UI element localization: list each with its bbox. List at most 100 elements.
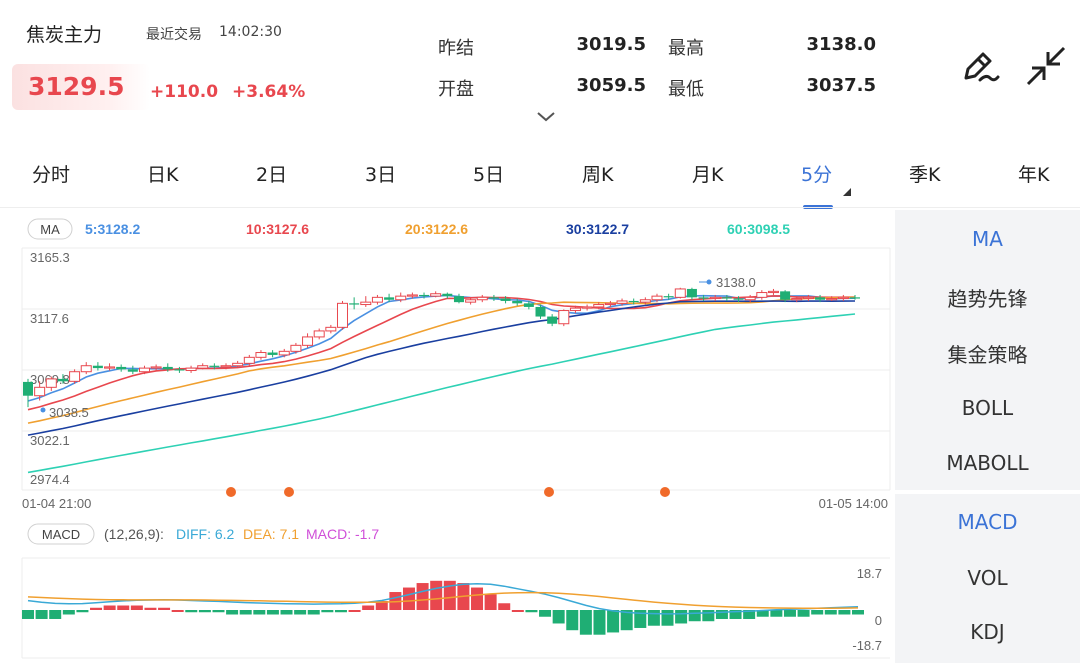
candle-body[interactable] — [220, 365, 232, 368]
macd-bar — [471, 587, 484, 610]
candle-body[interactable] — [826, 298, 838, 301]
indicator-trend[interactable]: 趋势先锋 — [895, 283, 1080, 312]
price-tick-4: 3022.1 — [30, 433, 70, 448]
indicator-macd[interactable]: MACD — [895, 510, 1080, 534]
candle-body[interactable] — [162, 366, 173, 370]
candle-body[interactable] — [512, 300, 523, 304]
candle-body[interactable] — [34, 386, 46, 397]
indicator-kdj[interactable]: KDJ — [895, 620, 1080, 644]
candle-body[interactable] — [569, 307, 581, 312]
candle-body[interactable] — [453, 296, 464, 303]
candle-body[interactable] — [419, 294, 430, 297]
candle-body[interactable] — [150, 366, 162, 369]
candle-body[interactable] — [313, 330, 325, 338]
candle-body[interactable] — [430, 293, 442, 297]
candle-body[interactable] — [815, 297, 826, 300]
signal-dot[interactable] — [284, 487, 294, 497]
macd-bar — [22, 610, 34, 619]
candle-body[interactable] — [442, 293, 453, 297]
candle-body[interactable] — [243, 356, 255, 364]
candle-body[interactable] — [721, 297, 732, 299]
candle-body[interactable] — [138, 367, 150, 373]
candle-body[interactable] — [581, 306, 593, 309]
ma60-legend: 60:3098.5 — [727, 221, 790, 237]
candle-body[interactable] — [80, 365, 92, 373]
candle-body[interactable] — [255, 352, 267, 358]
candle-body[interactable] — [209, 365, 220, 367]
macd-bar — [484, 594, 497, 610]
candle-body[interactable] — [384, 297, 395, 300]
candle-body[interactable] — [302, 336, 314, 346]
ma5-line — [27, 294, 856, 402]
signal-dot[interactable] — [544, 487, 554, 497]
candle-body[interactable] — [406, 294, 418, 297]
candle-body[interactable] — [709, 296, 721, 300]
candle-body[interactable] — [604, 302, 616, 306]
macd-bar — [852, 610, 864, 615]
candle-body[interactable] — [371, 296, 383, 303]
candle-body[interactable] — [232, 362, 244, 367]
candle-body[interactable] — [278, 350, 290, 356]
signal-dot[interactable] — [660, 487, 670, 497]
kline-chart[interactable]: MA 5:3128.2 10:3127.6 20:3122.6 30:3122.… — [0, 0, 893, 663]
collapse-arrows-icon[interactable] — [1024, 44, 1068, 88]
candle-body[interactable] — [500, 298, 511, 301]
candle-body[interactable] — [837, 296, 849, 300]
candle-body[interactable] — [767, 290, 779, 294]
candle-body[interactable] — [686, 288, 697, 298]
macd-bar — [430, 580, 443, 610]
candle-body[interactable] — [535, 306, 546, 317]
candle-body[interactable] — [558, 310, 570, 325]
candle-body[interactable] — [174, 369, 185, 371]
signal-dot[interactable] — [226, 487, 236, 497]
candle-body[interactable] — [45, 378, 57, 388]
candle-body[interactable] — [127, 369, 138, 372]
candle-body[interactable] — [639, 299, 651, 303]
candle-body[interactable] — [185, 367, 197, 372]
candle-body[interactable] — [23, 381, 33, 396]
ma-tag-text: MA — [40, 222, 60, 237]
candle-body[interactable] — [488, 297, 499, 299]
candle-body[interactable] — [360, 301, 372, 306]
indicator-vol[interactable]: VOL — [895, 566, 1080, 590]
candle-body[interactable] — [116, 366, 127, 370]
candle-body[interactable] — [780, 291, 791, 300]
candle-body[interactable] — [547, 316, 558, 324]
indicator-ma[interactable]: MA — [895, 227, 1080, 251]
candle-body[interactable] — [593, 304, 605, 308]
edit-pen-icon[interactable] — [956, 44, 1000, 88]
candle-body[interactable] — [395, 295, 407, 301]
macd-bar — [511, 610, 524, 612]
candle-body[interactable] — [698, 297, 709, 299]
candle-body[interactable] — [744, 296, 756, 301]
candle-body[interactable] — [616, 300, 628, 304]
candle-body[interactable] — [674, 288, 686, 298]
candle-body[interactable] — [791, 298, 803, 301]
candle-body[interactable] — [349, 303, 360, 305]
candle-body[interactable] — [476, 296, 488, 301]
indicator-boll[interactable]: BOLL — [895, 396, 1080, 420]
candle-body[interactable] — [802, 296, 814, 300]
candle-body[interactable] — [465, 299, 477, 303]
macd-bar — [402, 587, 415, 610]
candle-body[interactable] — [92, 365, 103, 369]
candle-body[interactable] — [756, 292, 768, 298]
candle-body[interactable] — [325, 326, 337, 332]
indicator-jijin[interactable]: 集金策略 — [895, 339, 1080, 368]
candle-body[interactable] — [336, 302, 348, 328]
tab-yearly[interactable]: 年K — [1018, 160, 1049, 187]
candle-body[interactable] — [628, 300, 639, 303]
candle-body[interactable] — [104, 366, 116, 369]
candle-body[interactable] — [267, 352, 278, 355]
indicator-maboll[interactable]: MABOLL — [895, 451, 1080, 475]
candle-body[interactable] — [651, 295, 663, 301]
candle-body[interactable] — [197, 365, 209, 369]
candle-body[interactable] — [57, 378, 68, 382]
candle-body[interactable] — [850, 297, 860, 299]
candle-body[interactable] — [69, 371, 81, 382]
candle-body[interactable] — [733, 298, 744, 300]
tab-quarterly[interactable]: 季K — [909, 160, 940, 187]
candle-body[interactable] — [663, 296, 674, 298]
candle-body[interactable] — [290, 344, 302, 352]
candle-body[interactable] — [523, 303, 534, 307]
